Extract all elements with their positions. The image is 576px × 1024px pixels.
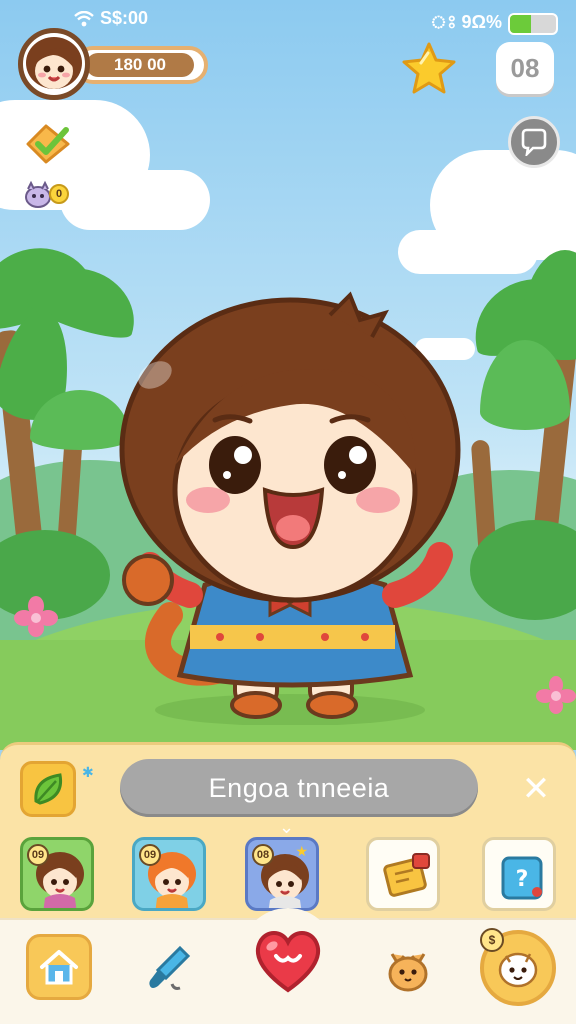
leaf-icon xyxy=(34,773,63,805)
star-rewards-button[interactable] xyxy=(400,40,458,96)
cloud xyxy=(398,230,538,274)
profile-widget[interactable]: 180 00 xyxy=(18,28,208,102)
nav-heart-button[interactable] xyxy=(250,922,326,998)
panel-title: Engoa tnneeia xyxy=(120,759,478,817)
home-icon xyxy=(40,950,78,985)
wifi-icon xyxy=(74,10,94,26)
nav-pet-button[interactable] xyxy=(372,932,444,1004)
close-button[interactable]: ✕ xyxy=(516,769,556,809)
coin-counter: 180 00 xyxy=(74,46,208,84)
bottom-nav: $ xyxy=(0,908,576,1024)
chat-bubble-icon xyxy=(521,128,547,156)
nav-friend-button[interactable]: $ xyxy=(480,928,556,1006)
checkmark-badge-icon xyxy=(26,124,70,164)
bottom-panel: ✱ Engoa tnneeia ✕ ⌄ 09 09 08 ★ ? xyxy=(0,742,576,922)
mystery-box-icon: ? xyxy=(501,856,543,900)
heart-icon xyxy=(255,931,321,993)
inventory-slot-3[interactable]: 08 ★ xyxy=(245,837,319,911)
status-signal: ঃ 9Ω% xyxy=(430,12,502,32)
flower-icon xyxy=(14,596,58,637)
exit-button[interactable]: 08 xyxy=(496,42,554,94)
slot-badge: 09 xyxy=(27,844,49,866)
avatar-face-icon xyxy=(26,37,82,89)
inventory-slot-2[interactable]: 09 xyxy=(132,837,206,911)
exit-button-label: 08 xyxy=(510,52,540,83)
treasure-map-icon xyxy=(383,853,430,897)
paintbrush-icon xyxy=(149,945,191,990)
nav-paint-button[interactable] xyxy=(134,932,206,1004)
category-button[interactable] xyxy=(20,761,76,817)
slot-badge: 09 xyxy=(139,844,161,866)
inventory-slot-5[interactable]: ? xyxy=(482,837,556,911)
cloud xyxy=(60,170,210,230)
pet-count-badge: 0 xyxy=(49,184,69,204)
coin-amount: 180 00 xyxy=(86,53,194,77)
flower-icon xyxy=(536,676,576,714)
inventory-slot-4[interactable] xyxy=(366,837,440,911)
svg-text:?: ? xyxy=(516,867,529,892)
game-scene xyxy=(0,0,576,750)
status-time: S$:00 xyxy=(100,8,149,28)
star-mini-icon: ★ xyxy=(295,844,308,860)
daily-tasks-button[interactable] xyxy=(22,122,74,166)
chevron-down-icon: ⌄ xyxy=(279,817,295,838)
avatar[interactable] xyxy=(18,28,90,100)
character-avatar[interactable] xyxy=(110,285,470,725)
chat-button[interactable] xyxy=(508,116,560,168)
battery-icon xyxy=(508,12,558,35)
pet-icon xyxy=(388,953,428,992)
inventory-slot-1[interactable]: 09 xyxy=(20,837,94,911)
pet-collection-button[interactable]: 0 xyxy=(20,176,72,212)
close-icon: ✕ xyxy=(521,769,551,809)
friend-badge: $ xyxy=(480,928,504,952)
slot-badge: 08 xyxy=(252,844,274,866)
nav-home-button[interactable] xyxy=(26,934,92,1000)
star-icon xyxy=(402,42,456,94)
sparkle-icon: ✱ xyxy=(82,765,94,781)
